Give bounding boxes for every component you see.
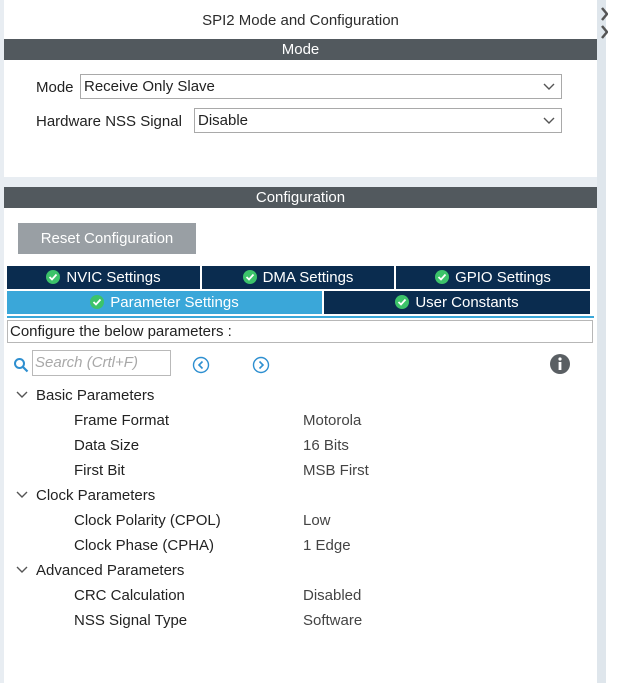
param-value[interactable]: Motorola [303,412,361,429]
tab-user-constants-label: User Constants [415,294,519,311]
param-name: First Bit [74,462,125,479]
side-margin [606,0,620,683]
param-name: NSS Signal Type [74,612,188,629]
param-value[interactable]: MSB First [303,462,369,479]
param-name: CRC Calculation [74,587,185,604]
chevron-down-icon [543,83,555,90]
tab-gpio-settings[interactable]: GPIO Settings [396,266,590,289]
param-name: Data Size [74,437,140,454]
check-circle-icon [242,270,257,284]
chevron-down-icon[interactable] [16,390,28,400]
chevron-down-icon[interactable] [16,490,28,500]
window-title: SPI2 Mode and Configuration [202,12,399,29]
tab-parameter-label: Parameter Settings [110,294,239,311]
chevron-down-icon [543,117,555,124]
info-icon[interactable] [550,354,570,374]
param-value[interactable]: Low [303,512,331,529]
tab-nvic-label: NVIC Settings [66,269,161,286]
side-divider [597,0,606,683]
mode-header: Mode [4,39,597,60]
check-circle-icon [435,270,450,284]
nss-label: Hardware NSS Signal [36,113,182,130]
tab-dma-settings[interactable]: DMA Settings [202,266,394,289]
mode-panel: SPI2 Mode and Configuration Mode Mode Re… [4,0,597,177]
nss-select[interactable]: Disable [194,108,562,133]
check-circle-icon [90,295,105,309]
param-name: Clock Polarity (CPOL) [74,512,221,529]
nss-select-value: Disable [198,112,249,129]
configuration-header: Configuration [4,187,597,208]
reset-configuration-button[interactable]: Reset Configuration [18,223,196,254]
tab-parameter-settings[interactable]: Parameter Settings [7,291,322,314]
group-clock-parameters[interactable]: Clock Parameters [36,487,155,504]
param-name: Frame Format [74,412,170,429]
collapse-icon[interactable] [600,6,608,40]
check-circle-icon [395,295,410,309]
tab-dma-label: DMA Settings [262,269,354,286]
parameters-description: Configure the below parameters : [7,320,593,343]
group-advanced-parameters[interactable]: Advanced Parameters [36,562,184,579]
param-value[interactable]: Disabled [303,587,361,604]
tab-underline [7,316,594,318]
param-name: Clock Phase (CPHA) [74,537,215,554]
tab-gpio-label: GPIO Settings [455,269,551,286]
tab-user-constants[interactable]: User Constants [324,291,590,314]
param-value[interactable]: 1 Edge [303,537,351,554]
next-icon[interactable] [252,356,270,374]
check-circle-icon [46,270,61,284]
tab-nvic-settings[interactable]: NVIC Settings [7,266,200,289]
mode-select[interactable]: Receive Only Slave [80,74,562,99]
previous-icon[interactable] [192,356,210,374]
param-value[interactable]: Software [303,612,362,629]
search-icon[interactable] [13,357,29,373]
group-basic-parameters[interactable]: Basic Parameters [36,387,154,404]
search-input[interactable]: Search (Crtl+F) [32,350,171,376]
mode-label: Mode [36,79,74,96]
mode-select-value: Receive Only Slave [84,78,215,95]
configuration-panel: Configuration Reset Configuration NVIC S… [4,187,597,683]
chevron-down-icon[interactable] [16,565,28,575]
param-value[interactable]: 16 Bits [303,437,349,454]
